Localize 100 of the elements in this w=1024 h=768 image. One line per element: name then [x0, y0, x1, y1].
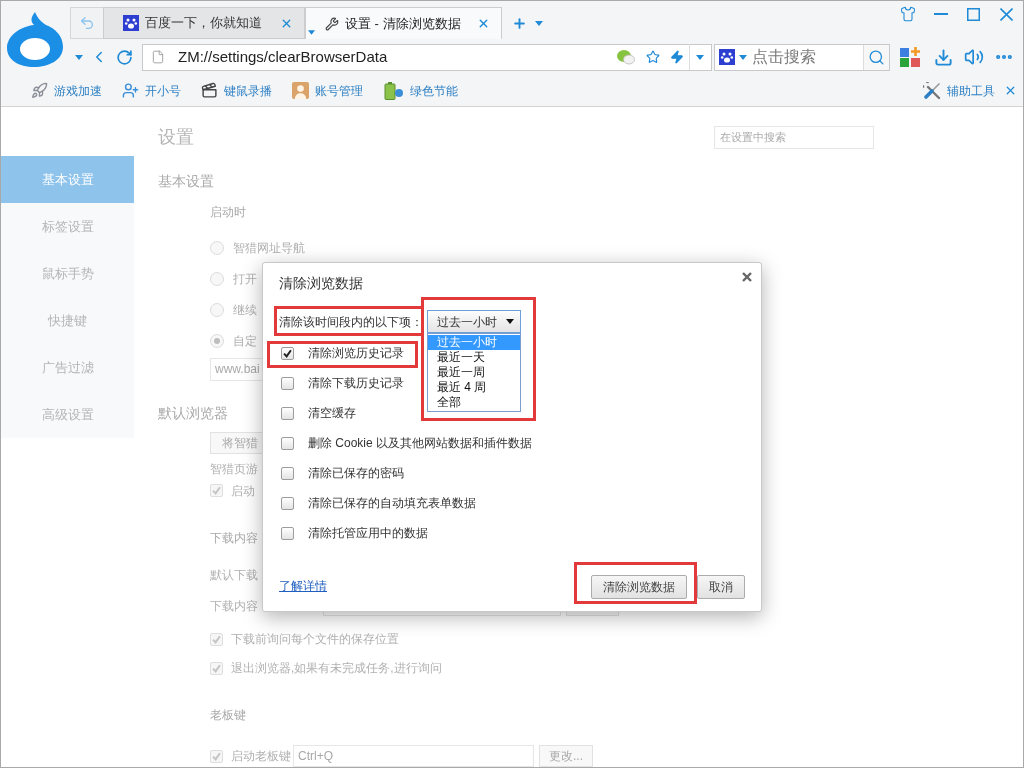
search-icon	[868, 48, 885, 66]
tools-icon	[923, 81, 941, 100]
checkbox[interactable]	[281, 406, 294, 420]
set-default-button[interactable]: 将智猎	[210, 431, 263, 454]
cancel-button[interactable]: 取消	[697, 574, 745, 599]
checkbox[interactable]	[281, 466, 294, 480]
section-heading: 基本设置	[158, 172, 214, 191]
bookmark-item[interactable]: 开小号	[122, 81, 181, 100]
page-title: 设置	[158, 126, 194, 149]
undo-icon	[79, 15, 95, 31]
radio-label: 打开	[233, 271, 257, 289]
checkbox-label: 退出浏览器,如果有未完成任务,进行询问	[231, 660, 442, 678]
setting-text: 默认下载	[210, 566, 258, 583]
user-add-icon	[122, 82, 139, 99]
close-icon[interactable]	[1004, 84, 1017, 97]
clapperboard-icon	[201, 82, 218, 99]
group-label: 下载内容	[210, 529, 258, 546]
dropdown-option[interactable]: 最近 4 周	[428, 380, 520, 395]
maximize-icon	[967, 7, 980, 21]
bookmark-item[interactable]: 账号管理	[292, 81, 363, 100]
dropdown-option[interactable]: 全部	[428, 395, 520, 410]
browser-tab[interactable]: 百度一下，你就知道	[103, 7, 305, 39]
checkbox[interactable]	[281, 526, 294, 540]
clear-data-button[interactable]: 清除浏览数据	[591, 574, 687, 599]
setting-text: 智猎页游	[210, 460, 258, 477]
search-field[interactable]: 点击搜索	[714, 43, 890, 71]
volume-icon[interactable]	[964, 47, 984, 67]
checkbox-label: 启动	[231, 482, 255, 500]
checkbox-label: 清除已保存的自动填充表单数据	[308, 495, 476, 512]
check-icon	[212, 634, 221, 644]
checkbox[interactable]	[281, 436, 294, 450]
radio-button[interactable]	[210, 333, 224, 348]
checkbox-label: 清除已保存的密码	[308, 465, 404, 482]
learn-more-link[interactable]: 了解详情	[279, 577, 327, 595]
check-icon	[283, 348, 292, 358]
checkbox[interactable]	[281, 346, 294, 360]
page-icon	[151, 50, 165, 64]
lightning-icon[interactable]	[670, 50, 684, 64]
checkbox-label: 下载前询问每个文件的保存位置	[231, 631, 399, 649]
radio-label: 自定	[233, 332, 257, 350]
radio-label: 智猎网址导航	[233, 240, 305, 258]
refresh-icon[interactable]	[116, 48, 133, 66]
address-bar[interactable]: ZM://settings/clearBrowserData	[142, 43, 712, 71]
rocket-icon	[31, 82, 48, 99]
checkbox[interactable]	[281, 376, 294, 390]
tools-button[interactable]: 辅助工具	[923, 81, 995, 100]
logo-icon	[4, 10, 66, 68]
group-label: 老板键	[210, 707, 246, 723]
shirt-icon	[899, 6, 916, 22]
check-icon	[212, 751, 221, 761]
minimize-icon	[933, 13, 948, 15]
caret-icon[interactable]	[75, 54, 83, 60]
checkbox-label: 清空缓存	[308, 405, 356, 422]
avatar-icon	[292, 82, 309, 99]
caret-icon[interactable]	[308, 30, 315, 35]
bookmark-item[interactable]: 游戏加速	[31, 81, 102, 100]
check-icon	[212, 486, 221, 496]
close-icon	[1000, 7, 1013, 21]
bookmark-item[interactable]: 键鼠录播	[201, 81, 272, 100]
paw-icon	[719, 49, 735, 65]
homepage-field[interactable]: www.bai	[210, 358, 263, 381]
setting-text: 下载内容	[210, 597, 258, 615]
radio-label: 继续	[233, 301, 257, 319]
change-button[interactable]: 更改...	[539, 745, 593, 767]
checkbox-label: 删除 Cookie 以及其他网站数据和插件数据	[308, 435, 533, 452]
caret-icon[interactable]	[535, 20, 543, 26]
download-icon[interactable]	[934, 47, 953, 67]
browser-tab[interactable]: 设置 - 清除浏览数据	[305, 7, 502, 39]
caret-icon	[506, 319, 514, 324]
close-button[interactable]	[741, 271, 753, 283]
chat-bubbles-icon[interactable]	[617, 49, 635, 65]
dropdown-option[interactable]: 最近一天	[428, 350, 520, 365]
time-range-select[interactable]: 过去一小时	[427, 310, 521, 333]
dialog-title: 清除浏览数据	[279, 274, 363, 293]
caret-icon[interactable]	[696, 54, 704, 60]
dropdown-option[interactable]: 过去一小时	[428, 335, 520, 350]
paw-icon	[123, 15, 139, 31]
settings-search-field[interactable]: 在设置中搜索	[714, 125, 874, 149]
radio-button[interactable]	[210, 272, 224, 287]
caret-icon[interactable]	[739, 54, 747, 60]
close-icon	[742, 272, 752, 282]
radio-button[interactable]	[210, 241, 224, 256]
battery-icon	[383, 81, 404, 100]
close-icon[interactable]	[477, 17, 490, 30]
group-label: 启动时	[210, 204, 246, 220]
new-tab-icon[interactable]	[512, 15, 527, 31]
checkbox-label: 清除托管应用中的数据	[308, 525, 428, 542]
checkbox-label: 清除浏览历史记录	[308, 345, 404, 362]
dropdown-option[interactable]: 最近一周	[428, 365, 520, 380]
search-button[interactable]	[863, 44, 889, 70]
hotkey-field[interactable]: Ctrl+Q	[293, 745, 534, 767]
bookmark-item[interactable]: 绿色节能	[383, 81, 458, 100]
checkbox[interactable]	[281, 496, 294, 510]
apps-icon[interactable]	[900, 47, 920, 67]
checkbox-label: 启动老板键	[231, 748, 292, 765]
wrench-icon	[325, 16, 339, 31]
check-icon	[212, 663, 221, 673]
radio-button[interactable]	[210, 302, 224, 317]
time-range-label: 清除该时间段内的以下项：	[279, 313, 423, 331]
star-icon[interactable]	[646, 50, 660, 64]
